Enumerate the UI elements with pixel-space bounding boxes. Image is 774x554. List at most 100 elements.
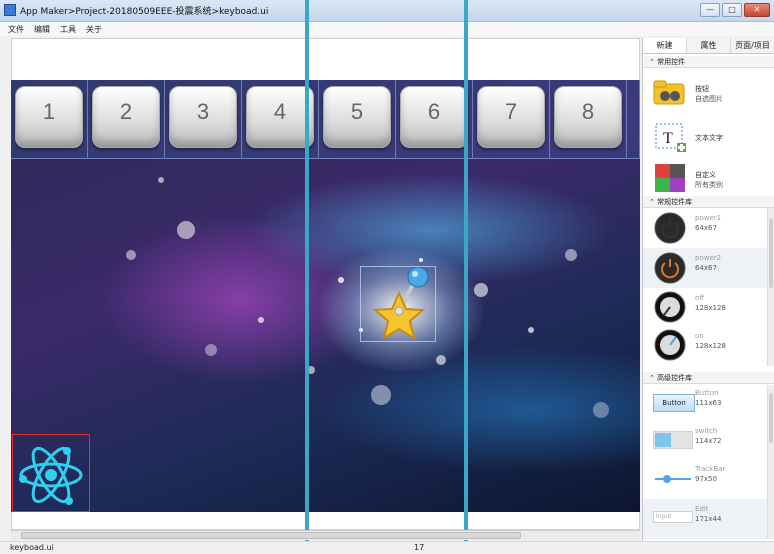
common-item-button[interactable]: 按钮 自选图片 [643, 70, 767, 118]
custom-widget-icon [655, 164, 685, 192]
key-7[interactable]: 7 [477, 86, 545, 148]
guide-line-left [305, 0, 309, 553]
item-size: 64x67 [695, 264, 717, 272]
tab-pages[interactable]: 页面/项目 [731, 38, 774, 53]
item-name: off [695, 294, 705, 302]
item-name: power2 [695, 254, 722, 262]
knob-on-icon [654, 329, 686, 361]
menu-edit[interactable]: 编辑 [34, 24, 50, 35]
key-cell: 3 [165, 80, 242, 158]
key-3[interactable]: 3 [169, 86, 237, 148]
key-5[interactable]: 5 [323, 86, 391, 148]
app-icon [4, 4, 16, 16]
keyboard-row: 1 2 3 4 5 6 7 8 [11, 80, 640, 159]
knob-off-icon [654, 291, 686, 323]
button-preview: Button [653, 394, 695, 412]
item-size: 171x44 [695, 515, 722, 523]
tab-properties[interactable]: 属性 [687, 38, 731, 53]
library-scrollbar[interactable] [767, 208, 774, 366]
power-icon [654, 212, 686, 244]
status-bar: keyboad.ui 17 [0, 541, 774, 553]
section-common-title: 常用控件 [657, 58, 686, 66]
item-size: 114x72 [695, 437, 722, 445]
key-cell-partial [627, 80, 640, 158]
edit-preview: Input [653, 511, 693, 523]
title-bar: App Maker>Project-20180509EEE-投震系统>keybo… [0, 0, 774, 22]
svg-text:T: T [663, 130, 673, 147]
key-8[interactable]: 8 [554, 86, 622, 148]
common-item-text[interactable]: T 文本文字 [643, 118, 767, 158]
key-cell: 7 [473, 80, 550, 158]
item-name: Edit [695, 505, 709, 513]
key-cell: 8 [550, 80, 627, 158]
section-library-header[interactable]: ⌃ 常规控件库 [643, 196, 774, 208]
widget-panel: 新建 属性 页面/项目 ⌃ 常用控件 按钮 自选图片 T 文本文字 自定义 所有… [642, 38, 774, 541]
switch-preview [653, 431, 693, 449]
item-name: 文本文字 [695, 134, 723, 142]
item-sub: 所有类别 [695, 181, 723, 189]
menu-tools[interactable]: 工具 [60, 24, 76, 35]
item-size: 64x67 [695, 224, 717, 232]
key-4[interactable]: 4 [246, 86, 314, 148]
section-advanced-header[interactable]: ⌃ 高级控件库 [643, 372, 774, 384]
section-common-header[interactable]: ⌃ 常用控件 [643, 56, 774, 68]
key-cell: 6 [396, 80, 473, 158]
atom-widget[interactable] [12, 434, 90, 512]
common-item-custom[interactable]: 自定义 所有类别 [643, 158, 767, 198]
item-name: 按钮 [695, 85, 709, 93]
atom-icon [19, 446, 83, 505]
key-cell: 5 [319, 80, 396, 158]
scroll-thumb[interactable] [769, 218, 773, 288]
menu-bar: 文件 编辑 工具 关于 [0, 22, 774, 36]
advanced-item[interactable]: switch 114x72 [643, 423, 767, 461]
key-cell: 2 [88, 80, 165, 158]
image-button-icon [653, 80, 685, 105]
horizontal-scrollbar[interactable] [11, 530, 640, 540]
key-6[interactable]: 6 [400, 86, 468, 148]
library-item[interactable]: off 128x128 [643, 288, 767, 326]
advanced-item[interactable]: Input Edit 171x44 [643, 499, 767, 539]
item-size: 111x63 [695, 399, 722, 407]
item-name: TrackBar [695, 465, 726, 473]
window-title: App Maker>Project-20180509EEE-投震系统>keybo… [20, 7, 269, 17]
section-library-title: 常规控件库 [657, 198, 693, 206]
item-name: on [695, 332, 704, 340]
guide-line-right [464, 0, 468, 553]
close-button[interactable]: ✕ [744, 3, 770, 17]
collapse-icon: ⌃ [649, 198, 658, 206]
tab-new[interactable]: 新建 [643, 38, 687, 53]
advanced-item[interactable]: Button Button 111x63 [643, 385, 767, 423]
library-item[interactable]: power2 64x67 [643, 248, 767, 288]
item-sub: 自选图片 [695, 95, 723, 103]
window-controls: — □ ✕ [700, 3, 770, 17]
text-icon: T [655, 123, 686, 152]
advanced-item[interactable]: TrackBar 97x50 [643, 461, 767, 499]
key-cell: 1 [11, 80, 88, 158]
advanced-scrollbar[interactable] [767, 385, 774, 539]
panel-tabs: 新建 属性 页面/项目 [643, 38, 774, 54]
collapse-icon: ⌃ [649, 374, 658, 382]
power-icon [654, 252, 686, 284]
item-size: 128x128 [695, 342, 726, 350]
menu-file[interactable]: 文件 [8, 24, 24, 35]
maximize-button[interactable]: □ [722, 3, 742, 17]
item-name: 自定义 [695, 171, 716, 179]
key-2[interactable]: 2 [92, 86, 160, 148]
key-1[interactable]: 1 [15, 86, 83, 148]
library-item[interactable]: power1 64x67 [643, 208, 767, 248]
status-filename: keyboad.ui [10, 543, 54, 552]
scroll-thumb[interactable] [769, 393, 773, 443]
menu-about[interactable]: 关于 [86, 24, 102, 35]
library-item[interactable]: on 128x128 [643, 326, 767, 366]
status-page: 17 [414, 543, 425, 552]
item-size: 97x50 [695, 475, 717, 483]
star-joystick-widget[interactable] [360, 266, 436, 342]
scroll-thumb[interactable] [21, 532, 521, 539]
item-size: 128x128 [695, 304, 726, 312]
trackbar-preview [655, 475, 691, 483]
item-name: switch [695, 427, 718, 435]
minimize-button[interactable]: — [700, 3, 720, 17]
switch-knob [655, 433, 671, 447]
collapse-icon: ⌃ [649, 58, 658, 66]
item-name: power1 [695, 214, 722, 222]
